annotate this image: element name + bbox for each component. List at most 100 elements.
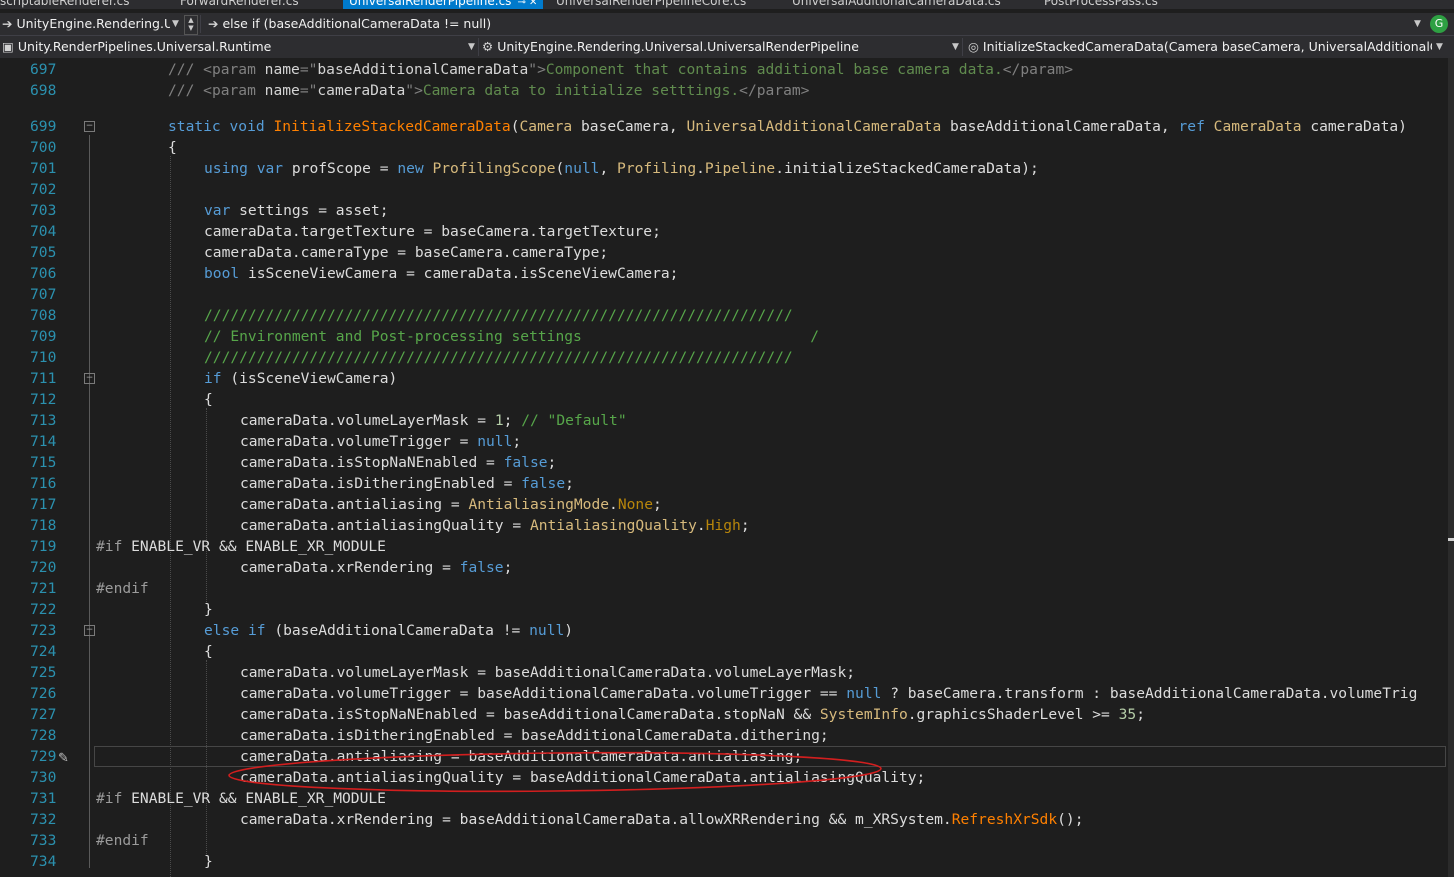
- line-number: 726: [30, 685, 57, 702]
- code-text: else if (baseAdditionalCameraData != nul…: [204, 622, 574, 639]
- collapse-icon[interactable]: −: [84, 373, 95, 384]
- chevron-down-icon[interactable]: ▼: [1436, 36, 1443, 58]
- line-number: 733: [30, 832, 57, 849]
- code-line: 698 /// <param name="cameraData">Camera d…: [0, 80, 1448, 101]
- chevron-down-icon[interactable]: ▼: [172, 13, 179, 35]
- code-text: /// <param name="baseAdditionalCameraDat…: [168, 61, 1074, 78]
- chevron-down-icon[interactable]: ▼: [1414, 13, 1421, 35]
- code-line: 727 cameraData.isStopNaNEnabled = baseAdd…: [0, 704, 1448, 725]
- project-dropdown[interactable]: ▣ Unity.RenderPipelines.Universal.Runtime: [2, 36, 466, 58]
- line-number: 711: [30, 370, 57, 387]
- line-number: 709: [30, 328, 57, 345]
- code-text: cameraData.antialiasing = baseAdditional…: [240, 748, 803, 765]
- chevron-down-icon[interactable]: ▼: [952, 36, 959, 58]
- scope-spinner[interactable]: ▲ ▼: [184, 15, 198, 35]
- tab-forward-renderer[interactable]: ForwardRenderer.cs: [180, 0, 299, 9]
- code-editor[interactable]: 697 /// <param name="baseAdditionalCamera…: [0, 58, 1448, 877]
- code-line: 721 #endif: [0, 578, 1448, 599]
- line-number: 698: [30, 82, 57, 99]
- code-line: 701 using var profScope = new ProfilingSc…: [0, 158, 1448, 179]
- line-number: 717: [30, 496, 57, 513]
- code-text: using var profScope = new ProfilingScope…: [204, 160, 1039, 177]
- member-dropdown[interactable]: ➔ else if (baseAdditionalCameraData != nu…: [208, 13, 1408, 35]
- class-icon: ⚙: [482, 39, 494, 54]
- line-number: 721: [30, 580, 57, 597]
- project-icon: ▣: [2, 39, 14, 54]
- line-number: 727: [30, 706, 57, 723]
- type-dropdown[interactable]: ⚙ UnityEngine.Rendering.Universal.Univers…: [482, 36, 948, 58]
- code-text: cameraData.cameraType = baseCamera.camer…: [204, 244, 609, 261]
- line-number: 700: [30, 139, 57, 156]
- code-line: 719 #if ENABLE_VR && ENABLE_XR_MODULE: [0, 536, 1448, 557]
- code-line: 720 cameraData.xrRendering = false;: [0, 557, 1448, 578]
- type-label: UnityEngine.Rendering.Universal.Universa…: [497, 39, 859, 54]
- line-number: 704: [30, 223, 57, 240]
- code-text: cameraData.volumeTrigger = baseAdditiona…: [240, 685, 1418, 702]
- line-number: 734: [30, 853, 57, 870]
- collapse-icon[interactable]: −: [84, 625, 95, 636]
- code-line: 733 #endif: [0, 830, 1448, 851]
- arrow-right-icon: ➔: [208, 16, 219, 31]
- code-line: 712 {: [0, 389, 1448, 410]
- line-number: 731: [30, 790, 57, 807]
- method-dropdown[interactable]: ◎ InitializeStackedCameraData(Camera base…: [968, 36, 1432, 58]
- line-number: 699: [30, 118, 57, 135]
- method-icon: ◎: [968, 39, 979, 54]
- code-line: 700 {: [0, 137, 1448, 158]
- code-text: bool isSceneViewCamera = cameraData.isSc…: [204, 265, 679, 282]
- code-line: 718 cameraData.antialiasingQuality = Anti…: [0, 515, 1448, 536]
- line-number: 730: [30, 769, 57, 786]
- code-line: 734}: [0, 851, 1448, 872]
- code-text: cameraData.xrRendering = baseAdditionalC…: [240, 811, 1084, 828]
- navigation-bar-top: ➔ UnityEngine.Rendering.U ▼ ▲ ▼ ➔ else if (…: [0, 13, 1454, 36]
- code-line: 708 /////////////////////////////////////…: [0, 305, 1448, 326]
- tab-universal-render-pipeline[interactable]: UniversalRenderPipeline.cs ⊸ ✕: [343, 0, 544, 9]
- code-text: cameraData.isStopNaNEnabled = baseAdditi…: [240, 706, 1146, 723]
- line-number: 715: [30, 454, 57, 471]
- vertical-scrollbar[interactable]: [1448, 58, 1454, 877]
- line-number: 729: [30, 748, 57, 765]
- code-line: 730 cameraData.antialiasingQuality = base…: [0, 767, 1448, 788]
- tab-additional-camera-data[interactable]: UniversalAdditionalCameraData.cs: [792, 0, 1001, 9]
- scope-dropdown[interactable]: ➔ UnityEngine.Rendering.U: [2, 13, 170, 35]
- line-number: 701: [30, 160, 57, 177]
- method-label: InitializeStackedCameraData(Camera baseC…: [982, 39, 1432, 54]
- line-number: 702: [30, 181, 57, 198]
- tab-post-process-pass[interactable]: PostProcessPass.cs: [1044, 0, 1158, 9]
- code-text: cameraData.volumeLayerMask = 1; // "Defa…: [240, 412, 627, 429]
- code-line: 706 bool isSceneViewCamera = cameraData.i…: [0, 263, 1448, 284]
- code-line: 711 − if (isSceneViewCamera): [0, 368, 1448, 389]
- code-line: 714 cameraData.volumeTrigger = null;: [0, 431, 1448, 452]
- line-number: 728: [30, 727, 57, 744]
- chevron-down-icon[interactable]: ▼: [468, 36, 475, 58]
- tab-render-pipeline-core[interactable]: UniversalRenderPipelineCore.cs: [556, 0, 746, 9]
- line-number: 712: [30, 391, 57, 408]
- scope-label: UnityEngine.Rendering.U: [16, 16, 170, 31]
- code-line: 722}: [0, 599, 1448, 620]
- code-text: cameraData.antialiasingQuality = baseAdd…: [240, 769, 926, 786]
- line-number: 713: [30, 412, 57, 429]
- code-line: 704 cameraData.targetTexture = baseCamera…: [0, 221, 1448, 242]
- tab-scriptable-renderer[interactable]: scriptableRenderer.cs: [0, 0, 129, 9]
- line-number: 718: [30, 517, 57, 534]
- pencil-icon: ✎: [58, 751, 69, 766]
- divider: [200, 15, 201, 33]
- line-number: 725: [30, 664, 57, 681]
- tab-pin-close-icon[interactable]: ⊸ ✕: [517, 0, 537, 8]
- code-text: static void InitializeStackedCameraData(…: [168, 118, 1407, 135]
- code-line: 726 cameraData.volumeTrigger = baseAdditi…: [0, 683, 1448, 704]
- code-line: 731 #if ENABLE_VR && ENABLE_XR_MODULE: [0, 788, 1448, 809]
- line-number: 719: [30, 538, 57, 555]
- arrow-right-icon: ➔: [2, 16, 13, 31]
- code-text: #if ENABLE_VR && ENABLE_XR_MODULE: [96, 790, 386, 807]
- line-number: 714: [30, 433, 57, 450]
- code-comment: ////////////////////////////////////////…: [204, 349, 793, 366]
- refresh-icon[interactable]: G: [1430, 15, 1448, 33]
- collapse-icon[interactable]: −: [84, 121, 95, 132]
- member-label: else if (baseAdditionalCameraData != nul…: [222, 16, 492, 31]
- code-line: 732 cameraData.xrRendering = baseAddition…: [0, 809, 1448, 830]
- code-text: }: [204, 601, 213, 618]
- divider: [478, 38, 479, 56]
- code-text: {: [204, 391, 213, 408]
- navigation-bar: ▣ Unity.RenderPipelines.Universal.Runtime…: [0, 36, 1454, 59]
